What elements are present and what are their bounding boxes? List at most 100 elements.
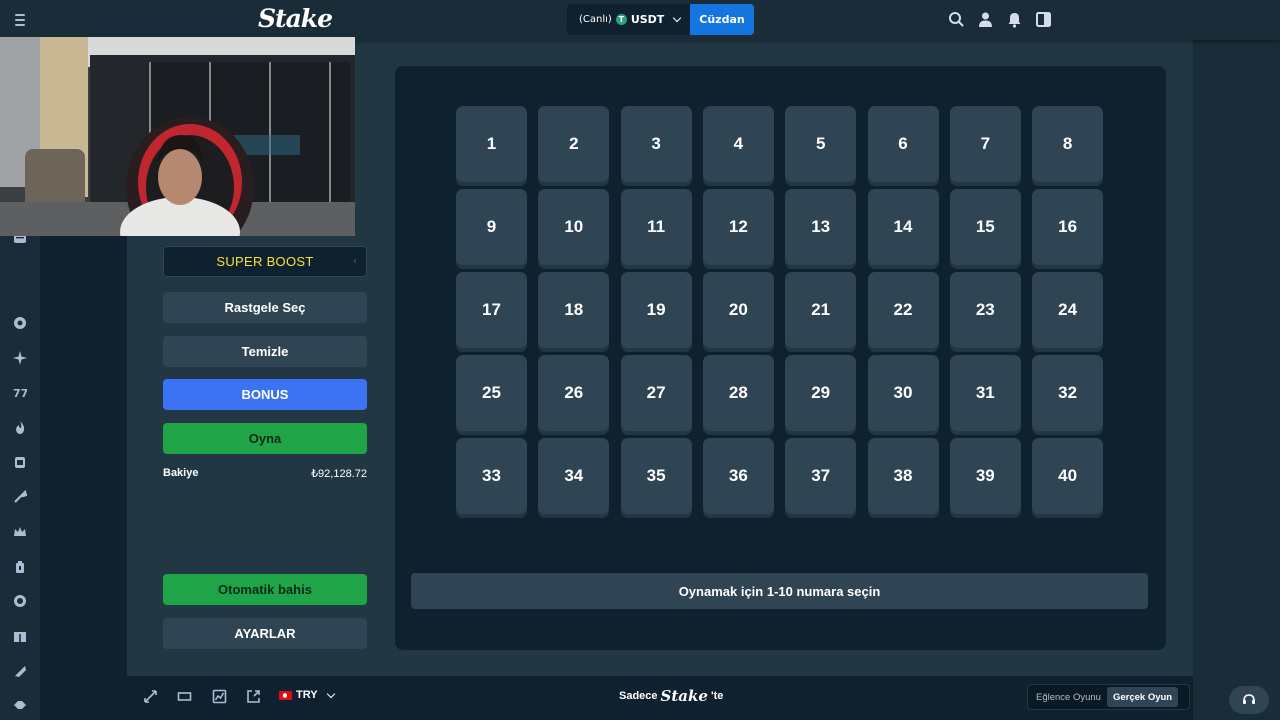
support-button[interactable] bbox=[1229, 686, 1269, 714]
lifebuoy-icon[interactable] bbox=[13, 593, 27, 607]
user-icon[interactable] bbox=[977, 11, 994, 28]
bell-icon[interactable] bbox=[1006, 11, 1023, 28]
top-icons bbox=[948, 11, 1052, 28]
balance-value: ₺92,128.72 bbox=[311, 468, 367, 480]
keno-tile[interactable]: 22 bbox=[867, 272, 939, 348]
keno-tile[interactable]: 3 bbox=[620, 106, 692, 182]
bonus-button[interactable]: BONUS bbox=[163, 379, 367, 410]
fun-mode-tab[interactable]: Eğlence Oyunu bbox=[1030, 687, 1107, 707]
keno-tile[interactable]: 36 bbox=[702, 438, 774, 514]
fullscreen-icon[interactable] bbox=[143, 689, 158, 704]
keno-tile[interactable]: 28 bbox=[702, 355, 774, 431]
menu-icon[interactable] bbox=[10, 10, 30, 30]
svg-text:77: 77 bbox=[13, 387, 27, 400]
handshake-icon[interactable] bbox=[13, 697, 27, 711]
keno-tile[interactable]: 30 bbox=[867, 355, 939, 431]
keno-tile[interactable]: 18 bbox=[538, 272, 610, 348]
super-boost-select[interactable]: SUPER BOOST ‹ bbox=[163, 246, 367, 277]
keno-tile[interactable]: 16 bbox=[1032, 189, 1104, 265]
keno-tile[interactable]: 13 bbox=[785, 189, 857, 265]
keno-tile[interactable]: 15 bbox=[949, 189, 1021, 265]
keno-tile[interactable]: 40 bbox=[1032, 438, 1104, 514]
keno-tile[interactable]: 26 bbox=[538, 355, 610, 431]
chevron-down-icon bbox=[326, 689, 335, 698]
instruction-bar: Oynamak için 1-10 numara seçin bbox=[411, 573, 1148, 609]
keno-tile[interactable]: 38 bbox=[867, 438, 939, 514]
keno-tile[interactable]: 32 bbox=[1032, 355, 1104, 431]
keno-tile[interactable]: 9 bbox=[456, 189, 527, 265]
turkey-flag-icon bbox=[279, 690, 292, 700]
brand-prefix: Sadece bbox=[619, 690, 658, 702]
keno-tile[interactable]: 17 bbox=[456, 272, 527, 348]
popout-icon[interactable] bbox=[246, 689, 261, 704]
theatre-icon[interactable] bbox=[177, 689, 192, 704]
right-panel bbox=[1193, 40, 1280, 720]
keno-tile[interactable]: 4 bbox=[702, 106, 774, 182]
mode-toggle: Eğlence Oyunu Gerçek Oyun bbox=[1027, 684, 1190, 710]
webcam-overlay bbox=[0, 37, 355, 236]
keno-tile[interactable]: 8 bbox=[1032, 106, 1104, 182]
footer-currency: TRY bbox=[296, 689, 318, 701]
clear-button[interactable]: Temizle bbox=[163, 336, 367, 367]
super-boost-label: SUPER BOOST bbox=[216, 254, 314, 269]
slots-icon[interactable]: 77 bbox=[13, 385, 28, 400]
keno-tile[interactable]: 24 bbox=[1032, 272, 1104, 348]
keno-tile[interactable]: 7 bbox=[949, 106, 1021, 182]
bag-icon[interactable] bbox=[13, 559, 27, 573]
keno-tile[interactable]: 27 bbox=[620, 355, 692, 431]
keno-tile[interactable]: 14 bbox=[867, 189, 939, 265]
stats-icon[interactable] bbox=[212, 689, 227, 704]
fire-icon[interactable] bbox=[13, 420, 27, 434]
sparkle-icon[interactable] bbox=[13, 350, 27, 365]
keno-tile[interactable]: 35 bbox=[620, 438, 692, 514]
currency-label: USDT bbox=[630, 13, 665, 26]
search-icon[interactable] bbox=[948, 11, 965, 28]
keno-tile[interactable]: 31 bbox=[949, 355, 1021, 431]
keno-tile[interactable]: 5 bbox=[785, 106, 857, 182]
tether-icon: T bbox=[615, 14, 627, 25]
top-bar: Stake (Canlı) T USDT Cüzdan bbox=[0, 0, 1280, 40]
keno-tile[interactable]: 37 bbox=[785, 438, 857, 514]
stake-logo[interactable]: Stake bbox=[258, 4, 333, 33]
keno-tile[interactable]: 21 bbox=[785, 272, 857, 348]
keno-tile[interactable]: 25 bbox=[456, 355, 527, 431]
keno-tile[interactable]: 39 bbox=[949, 438, 1021, 514]
brand-note: Sadece Stake 'te bbox=[619, 687, 723, 705]
sports-icon[interactable] bbox=[13, 663, 27, 677]
chevron-down-icon bbox=[673, 13, 682, 23]
sidebar-toggle-icon[interactable] bbox=[1035, 11, 1052, 28]
headset-icon bbox=[1243, 694, 1255, 704]
play-button[interactable]: Oyna bbox=[163, 423, 367, 454]
dealer-icon[interactable] bbox=[13, 454, 27, 468]
casino-icon[interactable] bbox=[13, 315, 27, 329]
keno-tile[interactable]: 29 bbox=[785, 355, 857, 431]
keno-tile[interactable]: 23 bbox=[949, 272, 1021, 348]
keno-tile[interactable]: 20 bbox=[702, 272, 774, 348]
currency-selector[interactable]: TRY bbox=[279, 689, 335, 701]
random-pick-button[interactable]: Rastgele Seç bbox=[163, 292, 367, 323]
balance-row: Bakiye ₺92,128.72 bbox=[163, 467, 367, 480]
keno-tile[interactable]: 34 bbox=[538, 438, 610, 514]
keno-tile[interactable]: 1 bbox=[456, 106, 527, 182]
auto-bet-button[interactable]: Otomatik bahis bbox=[163, 574, 367, 605]
currency-select[interactable]: (Canlı) T USDT bbox=[567, 4, 690, 35]
wallet-prefix: (Canlı) bbox=[579, 14, 612, 25]
keno-tile[interactable]: 33 bbox=[456, 438, 527, 514]
balance-label: Bakiye bbox=[163, 467, 199, 479]
keno-tile[interactable]: 10 bbox=[538, 189, 610, 265]
gift-icon[interactable] bbox=[13, 628, 27, 642]
real-mode-tab[interactable]: Gerçek Oyun bbox=[1106, 687, 1179, 707]
keno-tile[interactable]: 12 bbox=[702, 189, 774, 265]
keno-tile[interactable]: 11 bbox=[620, 189, 692, 265]
crown-icon[interactable] bbox=[13, 524, 27, 538]
tools-icon[interactable] bbox=[13, 489, 28, 503]
wallet-button[interactable]: Cüzdan bbox=[690, 4, 754, 35]
mini-stake-logo: Stake bbox=[660, 687, 708, 705]
keno-tile[interactable]: 2 bbox=[538, 106, 610, 182]
keno-tile[interactable]: 6 bbox=[867, 106, 939, 182]
settings-button[interactable]: AYARLAR bbox=[163, 618, 367, 649]
webcam-image bbox=[0, 37, 355, 236]
keno-tile[interactable]: 19 bbox=[620, 272, 692, 348]
brand-suffix: 'te bbox=[710, 690, 724, 702]
chevron-left-icon: ‹ bbox=[353, 256, 357, 267]
